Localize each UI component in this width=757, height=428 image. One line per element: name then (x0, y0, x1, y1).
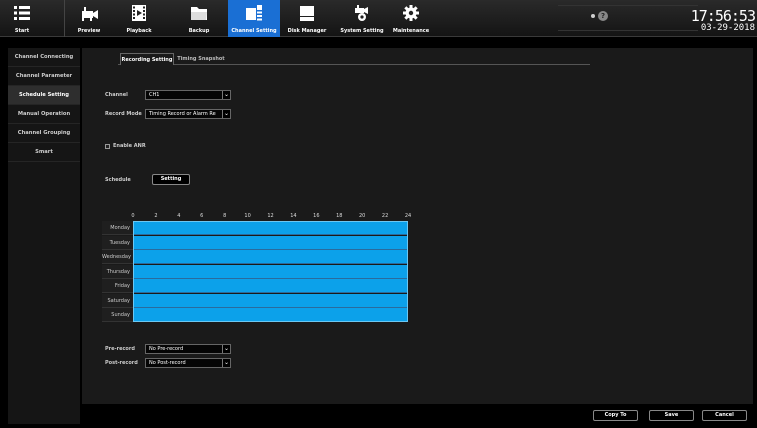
hour-label: 22 (381, 213, 389, 219)
schedule-grid[interactable]: 0 2 4 6 8 10 12 14 16 18 20 22 24 Monday… (102, 213, 412, 322)
schedule-row-friday[interactable] (133, 279, 408, 293)
main-panel: Recording Setting Timing Snapshot Channe… (82, 48, 753, 404)
schedule-row-thursday[interactable] (133, 264, 408, 279)
tab-recording-setting[interactable]: Recording Setting (120, 53, 174, 65)
sidebar-item-schedule-setting[interactable]: Schedule Setting (8, 86, 80, 105)
hour-label: 4 (177, 213, 181, 219)
post-record-label: Post-record (105, 360, 138, 366)
day-label-saturday: Saturday (102, 293, 133, 308)
toolbar-preview-label: Preview (77, 28, 101, 34)
sidebar: Channel Connecting Channel Parameter Sch… (8, 48, 80, 424)
day-label-thursday: Thursday (102, 264, 133, 279)
copy-to-button[interactable]: Copy To (593, 410, 638, 421)
day-label-monday: Monday (102, 221, 133, 235)
hour-label: 10 (244, 213, 251, 219)
toolbar-backup[interactable]: Backup (174, 0, 224, 37)
save-button[interactable]: Save (649, 410, 694, 421)
help-icon[interactable]: ? (598, 11, 608, 21)
day-label-sunday: Sunday (102, 308, 133, 322)
pre-record-label: Pre-record (105, 346, 135, 352)
toolbar-start[interactable]: Start (0, 0, 44, 37)
menu-icon (14, 6, 30, 20)
enable-anr-checkbox[interactable] (105, 144, 110, 149)
toolbar-system-setting[interactable]: System Setting (334, 0, 390, 37)
clock-date: 03-29-2018 (700, 23, 755, 33)
hour-label: 20 (358, 213, 366, 219)
schedule-row-sunday[interactable] (133, 308, 408, 322)
toolbar-channel-setting-label: Channel Setting (231, 28, 277, 34)
schedule-row-tuesday[interactable] (133, 235, 408, 250)
channel-setting-icon (246, 5, 262, 21)
gear-icon (403, 5, 419, 21)
hour-label: 24 (404, 213, 412, 219)
sidebar-item-channel-parameter[interactable]: Channel Parameter (8, 67, 80, 86)
hour-axis: 0 2 4 6 8 10 12 14 16 18 20 22 24 (131, 213, 412, 221)
disk-icon (300, 6, 314, 21)
sidebar-item-manual-operation[interactable]: Manual Operation (8, 105, 80, 124)
folder-icon (191, 7, 207, 20)
chevron-down-icon: ⌄ (222, 345, 230, 353)
camera-gear-icon (355, 5, 368, 21)
chevron-down-icon: ⌄ (222, 110, 230, 118)
sidebar-item-channel-connecting[interactable]: Channel Connecting (8, 48, 80, 67)
camera-icon (82, 7, 98, 21)
toolbar-playback-label: Playback (126, 28, 152, 34)
record-mode-select[interactable]: Timing Record or Alarm Re ⌄ (145, 109, 231, 119)
hour-label: 0 (131, 213, 135, 219)
chevron-down-icon: ⌄ (222, 91, 230, 99)
toolbar-maintenance-label: Maintenance (392, 28, 430, 34)
cancel-button[interactable]: Cancel (702, 410, 747, 421)
toolbar-maintenance[interactable]: Maintenance (386, 0, 436, 37)
day-label-wednesday: Wednesday (102, 250, 133, 264)
toolbar-disk-manager[interactable]: Disk Manager (282, 0, 332, 37)
schedule-setting-button[interactable]: Setting (152, 174, 190, 185)
sidebar-item-smart[interactable]: Smart (8, 143, 80, 162)
hour-label: 16 (313, 213, 320, 219)
record-mode-label: Record Mode (105, 111, 142, 117)
hour-label: 8 (223, 213, 227, 219)
hour-label: 14 (290, 213, 297, 219)
channel-label: Channel (105, 92, 128, 98)
tab-timing-snapshot[interactable]: Timing Snapshot (176, 53, 226, 65)
pre-record-select[interactable]: No Pre-record ⌄ (145, 344, 231, 354)
schedule-row-monday[interactable] (133, 221, 408, 235)
top-toolbar: Start Preview Playback Backup Channel Se… (0, 0, 757, 37)
channel-value: CH1 (149, 92, 160, 98)
record-mode-value: Timing Record or Alarm Re (149, 111, 216, 117)
hour-label: 6 (200, 213, 204, 219)
toolbar-preview[interactable]: Preview (64, 0, 114, 37)
channel-select[interactable]: CH1 ⌄ (145, 90, 231, 100)
pre-record-value: No Pre-record (149, 346, 184, 352)
schedule-row-wednesday[interactable] (133, 250, 408, 264)
day-label-tuesday: Tuesday (102, 235, 133, 250)
chevron-down-icon: ⌄ (222, 359, 230, 367)
toolbar-start-label: Start (14, 28, 30, 34)
schedule-label: Schedule (105, 177, 131, 183)
toolbar-playback[interactable]: Playback (114, 0, 164, 37)
hour-label: 18 (336, 213, 343, 219)
schedule-row-saturday[interactable] (133, 293, 408, 308)
day-label-friday: Friday (102, 279, 133, 293)
film-icon (132, 5, 146, 21)
post-record-select[interactable]: No Post-record ⌄ (145, 358, 231, 368)
toolbar-channel-setting[interactable]: Channel Setting (228, 0, 280, 37)
post-record-value: No Post-record (149, 360, 186, 366)
toolbar-system-setting-label: System Setting (340, 28, 384, 34)
status-bar (558, 5, 698, 31)
sidebar-item-channel-grouping[interactable]: Channel Grouping (8, 124, 80, 143)
toolbar-backup-label: Backup (188, 28, 210, 34)
enable-anr-label: Enable ANR (113, 143, 146, 149)
toolbar-disk-manager-label: Disk Manager (287, 28, 327, 34)
footer-bar: Copy To Save Cancel (82, 404, 753, 424)
hour-label: 2 (154, 213, 158, 219)
status-indicator[interactable]: ? (588, 10, 616, 22)
hour-label: 12 (267, 213, 274, 219)
status-led-icon (591, 14, 595, 18)
